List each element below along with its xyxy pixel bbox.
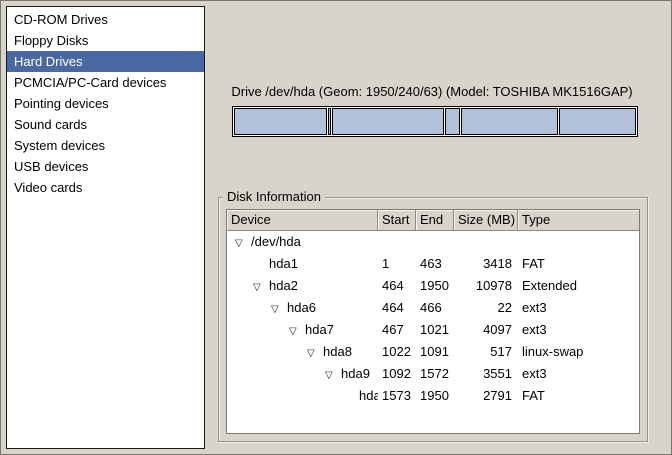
disk-information-frame: Disk Information DeviceStartEndSize (MB)… (218, 197, 648, 442)
tree-indent (227, 396, 343, 397)
table-row-hda5[interactable]: hda5157319502791FAT (227, 385, 639, 407)
device-cell: ▽hda9 (227, 363, 378, 385)
table-row-hda6[interactable]: ▽hda646446622ext3 (227, 297, 639, 319)
device-cell: ▽hda2 (227, 275, 378, 297)
partition-segment-hda8 (445, 108, 461, 135)
size-cell: 4097 (454, 319, 518, 341)
tree-expander-icon[interactable]: ▽ (307, 343, 323, 363)
table-row-hda2[interactable]: ▽hda2464195010978Extended (227, 275, 639, 297)
type-cell: FAT (518, 253, 639, 275)
partition-segment-hda1 (234, 108, 327, 135)
device-cell: hda5 (227, 385, 378, 407)
tree-indent (227, 264, 253, 265)
column-header-end[interactable]: End (416, 210, 454, 230)
end-cell (416, 231, 454, 253)
sidebar-item-pointing-devices[interactable]: Pointing devices (7, 93, 204, 114)
table-row-hda8[interactable]: ▽hda810221091517linux-swap (227, 341, 639, 363)
partition-bar (232, 106, 638, 137)
disk-table: DeviceStartEndSize (MB)Type ▽/dev/hdahda… (226, 209, 640, 434)
device-name: hda2 (269, 278, 298, 293)
start-cell: 1022 (378, 341, 416, 363)
column-header-device[interactable]: Device (227, 210, 378, 230)
table-row-hda7[interactable]: ▽hda746710214097ext3 (227, 319, 639, 341)
table-row-hda9[interactable]: ▽hda9109215723551ext3 (227, 363, 639, 385)
tree-indent (227, 352, 307, 353)
sidebar-item-hard-drives[interactable]: Hard Drives (7, 51, 204, 72)
end-cell: 463 (416, 253, 454, 275)
sidebar-item-sound-cards[interactable]: Sound cards (7, 114, 204, 135)
end-cell: 1572 (416, 363, 454, 385)
tree-expander-icon[interactable]: ▽ (253, 277, 269, 297)
tree-expander-icon[interactable]: ▽ (235, 233, 251, 253)
end-cell: 1950 (416, 275, 454, 297)
size-cell: 3418 (454, 253, 518, 275)
device-name: hda6 (287, 300, 316, 315)
type-cell (518, 231, 639, 253)
column-header-size-mb[interactable]: Size (MB) (454, 210, 518, 230)
start-cell: 1 (378, 253, 416, 275)
column-header-type[interactable]: Type (518, 210, 639, 230)
device-cell: ▽hda6 (227, 297, 378, 319)
start-cell: 464 (378, 275, 416, 297)
device-cell: ▽/dev/hda (227, 231, 378, 253)
type-cell: FAT (518, 385, 639, 407)
partition-segment-hda6 (328, 108, 331, 135)
partition-segment-hda5 (559, 108, 636, 135)
device-category-list: CD-ROM DrivesFloppy DisksHard DrivesPCMC… (6, 6, 205, 449)
disk-information-label: Disk Information (223, 189, 325, 204)
sidebar-item-video-cards[interactable]: Video cards (7, 177, 204, 198)
sidebar-item-system-devices[interactable]: System devices (7, 135, 204, 156)
tree-indent (227, 286, 253, 287)
tree-expander-icon[interactable]: ▽ (271, 299, 287, 319)
type-cell: ext3 (518, 297, 639, 319)
type-cell: Extended (518, 275, 639, 297)
tree-indent (227, 330, 289, 331)
device-cell: hda1 (227, 253, 378, 275)
size-cell: 22 (454, 297, 518, 319)
column-header-start[interactable]: Start (378, 210, 416, 230)
disk-table-header: DeviceStartEndSize (MB)Type (227, 210, 639, 231)
device-name: hda1 (269, 256, 298, 271)
sidebar-item-cd-rom-drives[interactable]: CD-ROM Drives (7, 9, 204, 30)
type-cell: linux-swap (518, 341, 639, 363)
hardware-browser-window: CD-ROM DrivesFloppy DisksHard DrivesPCMC… (0, 0, 672, 455)
end-cell: 1950 (416, 385, 454, 407)
size-cell: 10978 (454, 275, 518, 297)
end-cell: 466 (416, 297, 454, 319)
type-cell: ext3 (518, 319, 639, 341)
size-cell: 3551 (454, 363, 518, 385)
start-cell: 464 (378, 297, 416, 319)
tree-indent (227, 374, 325, 375)
size-cell (454, 231, 518, 253)
tree-expander-icon[interactable]: ▽ (289, 321, 305, 341)
start-cell: 1573 (378, 385, 416, 407)
start-cell: 1092 (378, 363, 416, 385)
end-cell: 1091 (416, 341, 454, 363)
device-name: hda7 (305, 322, 334, 337)
size-cell: 2791 (454, 385, 518, 407)
sidebar-item-pcmcia-pc-card-devices[interactable]: PCMCIA/PC-Card devices (7, 72, 204, 93)
table-row-dev-hda[interactable]: ▽/dev/hda (227, 231, 639, 253)
device-name: hda8 (323, 344, 352, 359)
device-name: hda5 (359, 388, 378, 403)
partition-segment-hda9 (461, 108, 558, 135)
tree-expander-icon[interactable]: ▽ (325, 365, 341, 385)
device-name: /dev/hda (251, 234, 301, 249)
sidebar-item-floppy-disks[interactable]: Floppy Disks (7, 30, 204, 51)
table-row-hda1[interactable]: hda1 14633418FAT (227, 253, 639, 275)
device-name: hda9 (341, 366, 370, 381)
size-cell: 517 (454, 341, 518, 363)
tree-indent (227, 308, 271, 309)
start-cell (378, 231, 416, 253)
sidebar-item-usb-devices[interactable]: USB devices (7, 156, 204, 177)
end-cell: 1021 (416, 319, 454, 341)
device-cell: ▽hda7 (227, 319, 378, 341)
device-cell: ▽hda8 (227, 341, 378, 363)
drive-title: Drive /dev/hda (Geom: 1950/240/63) (Mode… (216, 84, 648, 99)
disk-table-body: ▽/dev/hdahda114633418FAT▽hda246419501097… (227, 231, 639, 407)
tree-indent (227, 242, 235, 243)
start-cell: 467 (378, 319, 416, 341)
partition-segment-hda7 (332, 108, 444, 135)
type-cell: ext3 (518, 363, 639, 385)
